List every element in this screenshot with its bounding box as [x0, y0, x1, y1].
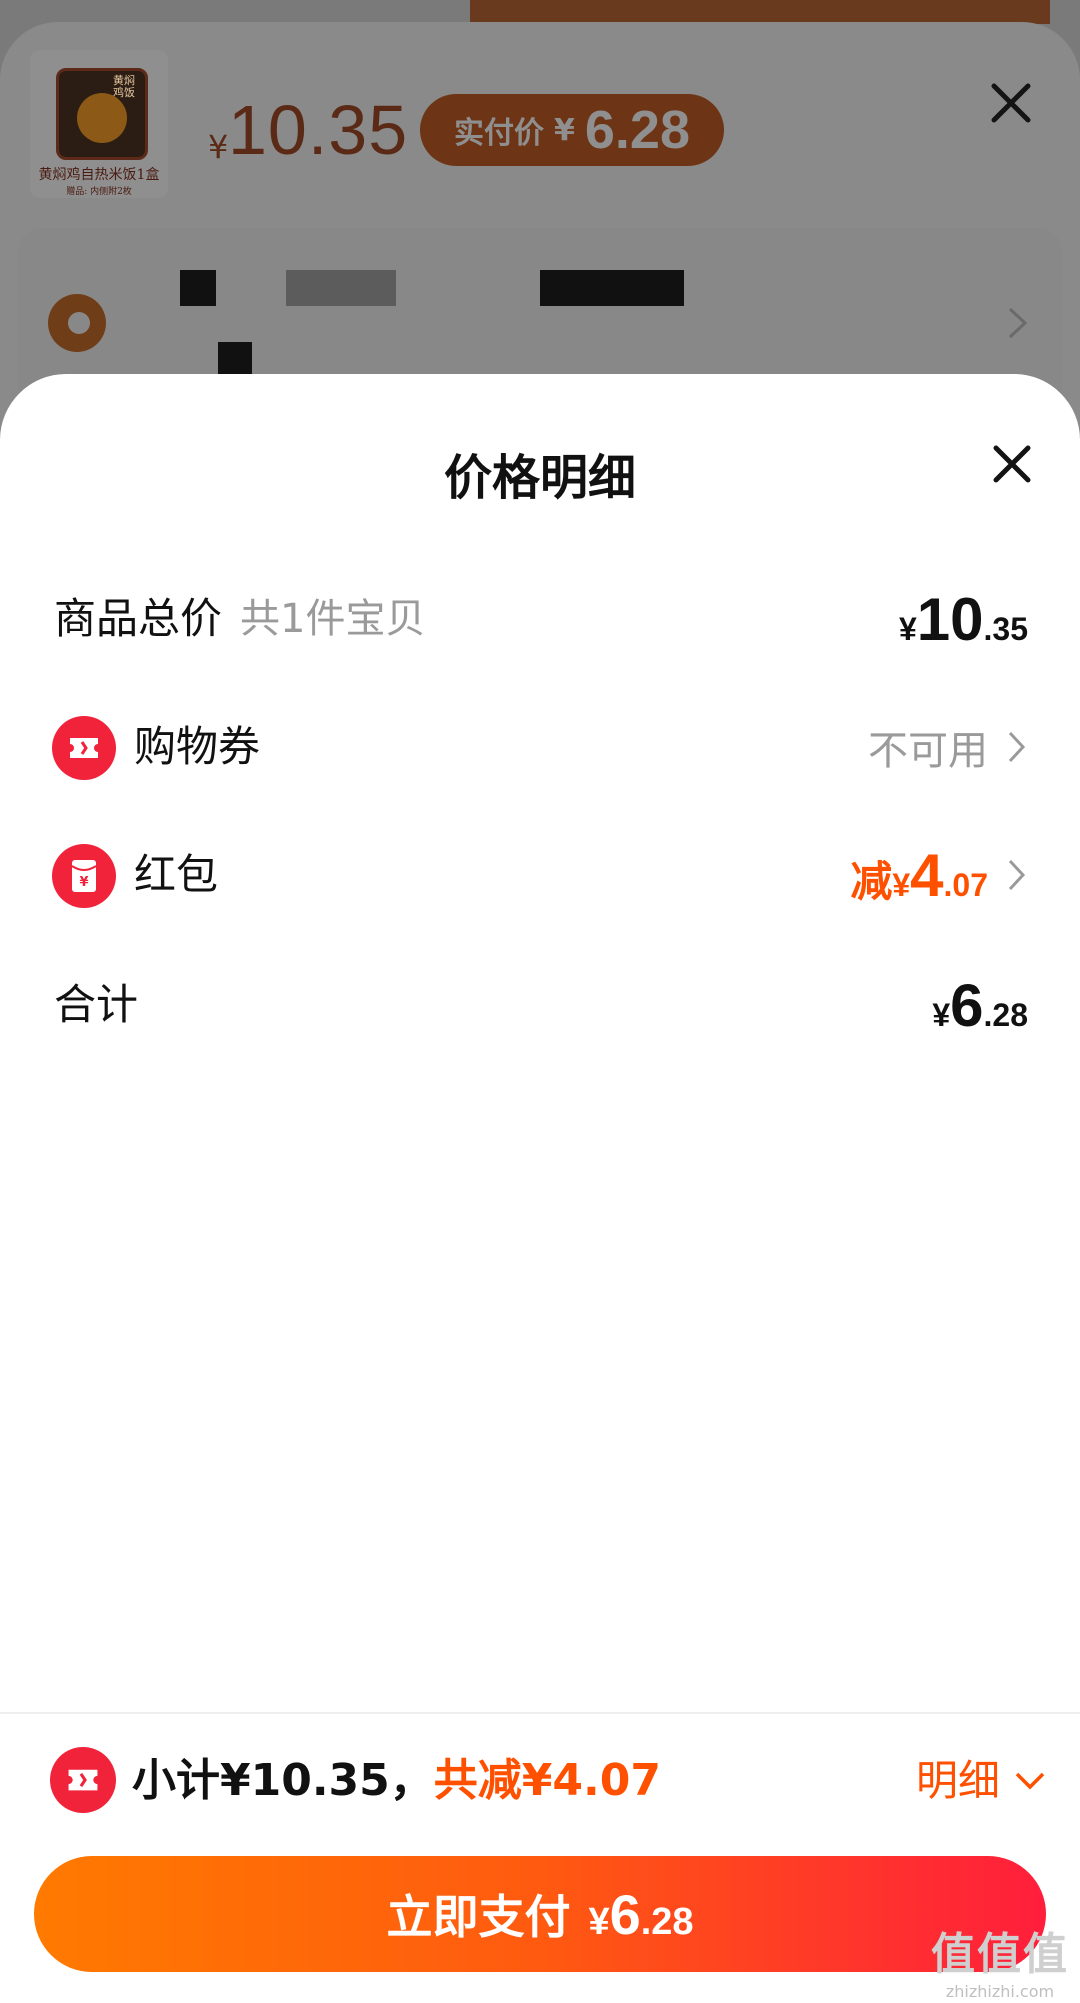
svg-text:¥: ¥: [79, 875, 88, 890]
chevron-down-icon: [1015, 1772, 1045, 1790]
product-gift-note: 赠品: 内侧附2枚: [66, 187, 132, 197]
order-summary: 小计¥10.35，共减¥4.07: [132, 1748, 661, 1814]
total-row: 合计 ¥6.28: [0, 950, 1080, 1060]
red-envelope-label: 红包: [134, 850, 219, 899]
footer-divider: [0, 1712, 1080, 1714]
background-banner-strip: [470, 0, 1050, 24]
actual-price-pill: 实付价 ¥ 6.28: [420, 94, 724, 166]
total-label: 合计: [54, 980, 139, 1029]
price-decimal: .28: [640, 1900, 694, 1943]
pay-now-label: 立即支付: [386, 1890, 571, 1944]
close-icon[interactable]: [986, 78, 1036, 128]
subtotal-text: 小计¥10.35，: [132, 1755, 434, 1806]
site-watermark: 值值值 zhizhizhi.com: [930, 1918, 1070, 2001]
price-integer: 4: [910, 841, 944, 909]
item-count-text: 共1件宝贝: [240, 596, 426, 642]
currency-symbol: ¥: [892, 866, 911, 903]
product-thumbnail: 黄焖鸡饭 黄焖鸡自热米饭1盒 赠品: 内侧附2枚: [30, 50, 168, 198]
price-decimal: .35: [983, 610, 1028, 647]
currency-symbol: ¥: [588, 1900, 610, 1943]
red-envelope-discount: 减¥4.07: [850, 841, 988, 910]
background-price: 10.35: [228, 91, 409, 169]
price-integer: 6: [609, 1882, 641, 1946]
pay-now-amount: ¥6.28: [588, 1882, 693, 1947]
price-integer: 10: [916, 585, 984, 653]
goods-total-price: ¥10.35: [899, 585, 1028, 654]
detail-label: 明细: [915, 1756, 1000, 1805]
actual-price-amount: 6.28: [584, 100, 690, 160]
product-food-image: [77, 93, 127, 143]
coupon-status: 不可用: [868, 728, 988, 774]
detail-toggle[interactable]: 明细: [916, 1748, 1046, 1814]
actual-price-symbol: ¥: [554, 112, 575, 148]
price-decimal: .07: [943, 866, 988, 903]
total-price: ¥6.28: [932, 971, 1028, 1040]
price-decimal: .28: [983, 996, 1028, 1033]
background-price-symbol: ¥: [208, 128, 229, 166]
chevron-right-icon: [1008, 731, 1026, 763]
pay-now-button[interactable]: 立即支付 ¥6.28: [34, 1856, 1046, 1972]
shopping-coupon-label: 购物券: [134, 722, 261, 771]
red-envelope-row[interactable]: ¥ 红包 减¥4.07: [0, 820, 1080, 930]
chevron-right-icon: [1008, 307, 1028, 339]
actual-price-label: 实付价: [454, 116, 544, 151]
watermark-logo: 值值值: [931, 1929, 1069, 1980]
close-icon[interactable]: [988, 440, 1036, 488]
location-icon: [48, 294, 106, 352]
total-discount-text: 共减¥4.07: [433, 1755, 661, 1806]
goods-total-label: 商品总价: [54, 594, 223, 643]
goods-total-row: 商品总价 共1件宝贝 ¥10.35: [0, 564, 1080, 674]
currency-symbol: ¥: [932, 996, 951, 1033]
coupon-ticket-icon: [50, 1747, 116, 1813]
discount-prefix: 减: [850, 856, 893, 906]
chevron-right-icon: [1008, 859, 1026, 891]
product-title: 黄焖鸡自热米饭1盒: [38, 167, 160, 183]
redacted-block: [180, 270, 216, 306]
product-image: 黄焖鸡饭: [56, 68, 148, 160]
product-logo-text: 黄焖鸡饭: [113, 74, 135, 99]
redacted-block: [286, 270, 396, 306]
sheet-title: 价格明细: [443, 450, 636, 506]
shopping-coupon-row[interactable]: 购物券 不可用: [0, 692, 1080, 802]
coupon-ticket-icon: [52, 716, 116, 780]
redacted-block: [218, 342, 252, 376]
currency-symbol: ¥: [898, 610, 917, 647]
red-envelope-icon: ¥: [52, 844, 116, 908]
price-integer: 6: [950, 971, 984, 1039]
watermark-url: zhizhizhi.com: [945, 1982, 1055, 2001]
redacted-block: [540, 270, 684, 306]
